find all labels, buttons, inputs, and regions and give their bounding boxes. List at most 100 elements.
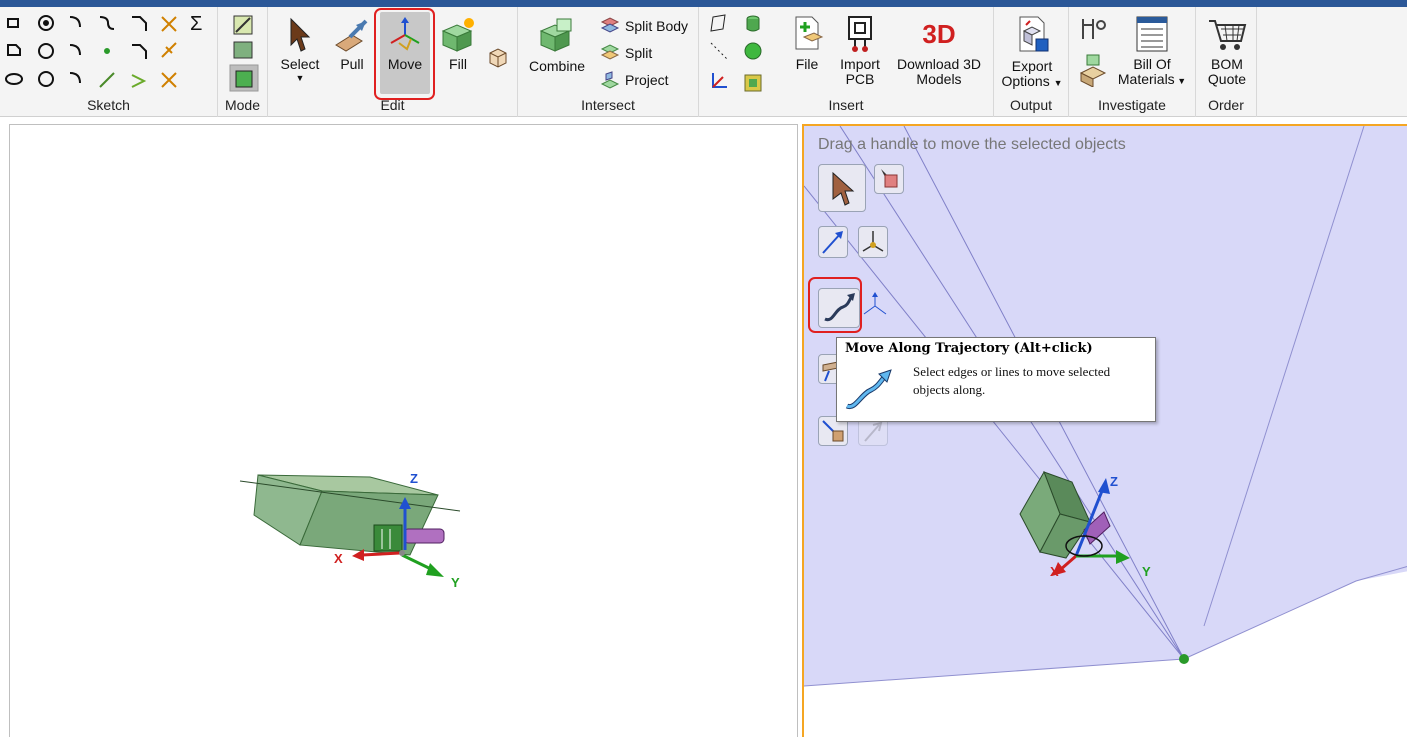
ribbon: Σ Sketch Mode Select ▼ Pull Move Fill Ed… [0, 7, 1407, 117]
spline-icon[interactable] [99, 16, 115, 30]
polygon-icon[interactable] [7, 44, 21, 56]
select-button[interactable]: Select ▼ [278, 17, 322, 83]
group-label-sketch: Sketch [87, 97, 130, 113]
move-origin-button[interactable] [858, 226, 888, 258]
split-icon [600, 44, 620, 60]
group-intersect: Combine Split Body Split Project Interse… [518, 7, 699, 117]
connector-part[interactable] [403, 528, 445, 544]
bom-dropdown-icon[interactable]: ▼ [1175, 76, 1186, 86]
cylinder-icon[interactable] [746, 19, 760, 32]
move-button[interactable]: Move [382, 17, 428, 72]
group-label-investigate: Investigate [1098, 97, 1166, 113]
pull-button[interactable]: Pull [330, 17, 374, 72]
move-icon [390, 17, 420, 51]
group-insert: File Import PCB 3D Download 3D Models In… [699, 7, 994, 117]
export-options-button[interactable]: Export Options ▼ [1000, 15, 1064, 89]
bill-of-materials-button[interactable]: Bill Of Materials ▼ [1115, 15, 1189, 87]
left-model-scene[interactable] [10, 125, 799, 737]
import-pcb-button[interactable]: Import PCB [835, 15, 885, 87]
pcb-board[interactable] [373, 524, 403, 552]
bom-label-1: Bill Of [1133, 56, 1171, 72]
ellipse-icon[interactable] [38, 43, 54, 59]
group-label-mode: Mode [224, 97, 261, 113]
download-3d-models-button[interactable]: 3D Download 3D Models [893, 15, 985, 87]
select-component-icon [881, 169, 898, 188]
equation-icon[interactable]: Σ [190, 13, 202, 36]
axis-icon[interactable] [710, 42, 728, 60]
move-label: Move [387, 56, 423, 72]
pull-icon [335, 19, 368, 52]
download-3d-label-1: Download 3D [896, 56, 982, 72]
file-insert-icon [795, 16, 824, 50]
export-icon [1019, 16, 1049, 52]
x-axis-handle[interactable] [361, 551, 401, 557]
trajectory-tooltip: Move Along Trajectory (Alt+click) Select… [836, 337, 1156, 422]
trim-icon[interactable] [161, 16, 177, 32]
left-z-label: Z [410, 471, 418, 486]
split-line-icon[interactable] [161, 72, 177, 88]
download-3d-label-2: Models [916, 71, 962, 87]
shell-icon[interactable] [486, 45, 510, 69]
anchor-point[interactable] [1179, 654, 1189, 664]
right-y-label: Y [1142, 564, 1151, 579]
select-component-button[interactable] [874, 164, 904, 194]
select-dropdown-icon[interactable]: ▼ [296, 74, 305, 83]
left-x-label: X [334, 551, 343, 566]
split-button[interactable]: Split [600, 43, 652, 63]
file-label: File [795, 56, 819, 72]
import-pcb-icon [848, 16, 872, 52]
right-z-label: Z [1110, 474, 1118, 489]
project-label: Project [625, 72, 669, 88]
point-icon[interactable] [104, 48, 110, 54]
tangent-arc-icon[interactable] [69, 44, 81, 56]
bend-icon[interactable] [131, 74, 147, 88]
measure-icon[interactable] [1082, 19, 1094, 39]
right-model-scene[interactable] [804, 126, 1407, 737]
combine-button[interactable]: Combine [526, 17, 588, 74]
project-button[interactable]: Project [600, 70, 669, 90]
right-viewport[interactable]: Z X Y Drag a handle to move the selected… [802, 124, 1407, 737]
project-icon [600, 71, 620, 89]
quote-label-2: Quote [1207, 71, 1247, 87]
left-viewport[interactable]: Z X Y [9, 124, 798, 737]
group-edit: Select ▼ Pull Move Fill Edit [268, 7, 518, 117]
tooltip-body: Select edges or lines to move selected o… [913, 364, 1111, 397]
bom-quote-button[interactable]: BOM Quote [1202, 15, 1252, 87]
pivot-button[interactable] [860, 290, 890, 320]
file-button[interactable]: File [783, 15, 831, 72]
split-label: Split [625, 45, 653, 61]
combine-label: Combine [528, 58, 586, 74]
app-window: Σ Sketch Mode Select ▼ Pull Move Fill Ed… [0, 0, 1407, 737]
split-body-label: Split Body [625, 18, 689, 34]
group-investigate: Bill Of Materials ▼ Investigate [1069, 7, 1196, 117]
select-handle-button[interactable] [818, 164, 866, 212]
group-mode: Mode [218, 7, 268, 117]
arc-icon[interactable] [69, 16, 81, 28]
fill-button[interactable]: Fill [436, 17, 480, 72]
plane-icon[interactable] [710, 14, 726, 32]
quote-label-1: BOM [1211, 56, 1243, 72]
sweep-arc-icon[interactable] [69, 72, 81, 84]
polyline-icon[interactable] [132, 16, 147, 31]
three-point-circle-icon[interactable] [38, 71, 54, 87]
select-arrow-icon [290, 17, 311, 52]
bom-label-2-text: Materials [1117, 71, 1175, 87]
rectangle-icon[interactable] [7, 18, 19, 28]
left-y-label: Y [451, 575, 460, 590]
split-body-icon [600, 17, 620, 33]
combine-icon [539, 18, 572, 52]
offset-icon[interactable] [132, 44, 147, 59]
export-dropdown-icon[interactable]: ▼ [1054, 78, 1063, 88]
split-body-button[interactable]: Split Body [600, 16, 688, 36]
tooltip-title: Move Along Trajectory (Alt+click) [845, 341, 1093, 356]
sketch-tools-icons[interactable] [0, 7, 218, 97]
section-mode-icon[interactable] [233, 41, 253, 59]
sphere-icon[interactable] [744, 42, 762, 60]
construction-line-icon[interactable] [99, 72, 115, 88]
move-direction-button[interactable] [818, 226, 848, 258]
download-3d-icon: 3D [919, 15, 959, 53]
download-3d-badge: 3D [922, 18, 956, 49]
extend-icon[interactable] [161, 42, 177, 58]
ellipse-sketch-icon[interactable] [5, 73, 23, 85]
fill-label: Fill [449, 56, 467, 72]
